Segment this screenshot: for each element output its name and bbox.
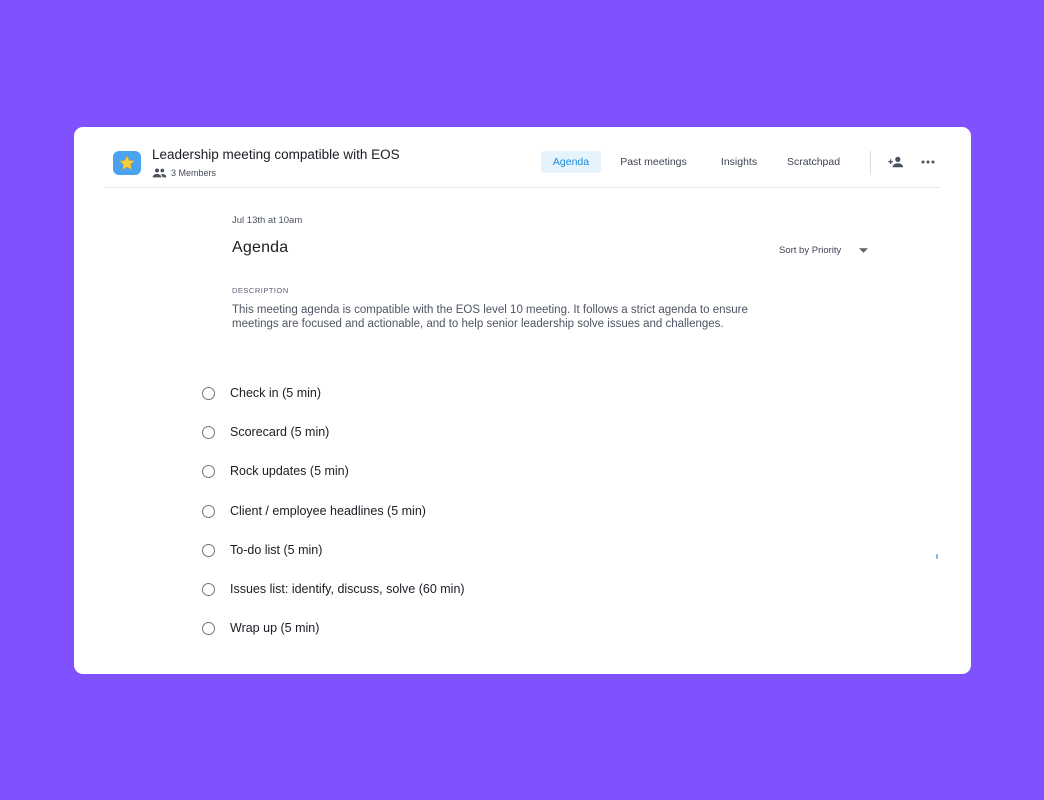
tab-insights[interactable]: Insights xyxy=(708,151,770,173)
meeting-card: Leadership meeting compatible with EOS 3… xyxy=(74,127,971,674)
agenda-item-label: Client / employee headlines (5 min) xyxy=(230,504,426,518)
page-title: Agenda xyxy=(232,239,289,256)
scroll-indicator[interactable] xyxy=(936,554,938,559)
caret-down-icon xyxy=(859,245,869,256)
agenda-item[interactable]: Client / employee headlines (5 min) xyxy=(202,501,426,521)
members-count[interactable]: 3 Members xyxy=(152,167,216,179)
agenda-item[interactable]: Scorecard (5 min) xyxy=(202,422,329,442)
meeting-date: Jul 13th at 10am xyxy=(232,215,303,226)
agenda-item-label: Scorecard (5 min) xyxy=(230,425,330,439)
meeting-header: Leadership meeting compatible with EOS 3… xyxy=(104,127,940,188)
people-icon xyxy=(152,168,167,178)
agenda-item-label: Wrap up (5 min) xyxy=(230,621,320,635)
agenda-item[interactable]: Check in (5 min) xyxy=(202,383,321,403)
meeting-title: Leadership meeting compatible with EOS xyxy=(152,147,400,162)
sort-label: Sort by Priority xyxy=(779,245,842,256)
agenda-item[interactable]: To-do list (5 min) xyxy=(202,540,322,560)
radio-circle-icon[interactable] xyxy=(202,621,215,635)
sort-dropdown[interactable]: Sort by Priority xyxy=(779,245,869,256)
header-divider xyxy=(870,151,871,175)
tab-scratchpad[interactable]: Scratchpad xyxy=(776,151,851,173)
tab-agenda[interactable]: Agenda xyxy=(541,151,601,173)
agenda-item-label: Rock updates (5 min) xyxy=(230,464,349,478)
description-label: DESCRIPTION xyxy=(232,286,289,295)
tab-past-meetings[interactable]: Past meetings xyxy=(609,151,698,173)
agenda-item[interactable]: Rock updates (5 min) xyxy=(202,461,349,481)
agenda-item-label: To-do list (5 min) xyxy=(230,543,323,557)
agenda-item-label: Issues list: identify, discuss, solve (6… xyxy=(230,582,465,596)
radio-circle-icon[interactable] xyxy=(202,464,215,478)
radio-circle-icon[interactable] xyxy=(202,543,215,557)
members-label: 3 Members xyxy=(171,168,217,178)
add-person-icon[interactable] xyxy=(887,154,905,170)
more-icon[interactable] xyxy=(919,154,937,170)
agenda-item[interactable]: Wrap up (5 min) xyxy=(202,618,319,638)
radio-circle-icon[interactable] xyxy=(202,504,215,518)
radio-circle-icon[interactable] xyxy=(202,425,215,439)
agenda-item-label: Check in (5 min) xyxy=(230,386,321,400)
radio-circle-icon[interactable] xyxy=(202,386,215,400)
agenda-item[interactable]: Issues list: identify, discuss, solve (6… xyxy=(202,579,465,599)
description-text: This meeting agenda is compatible with t… xyxy=(232,304,748,330)
star-icon xyxy=(113,151,141,175)
radio-circle-icon[interactable] xyxy=(202,582,215,596)
